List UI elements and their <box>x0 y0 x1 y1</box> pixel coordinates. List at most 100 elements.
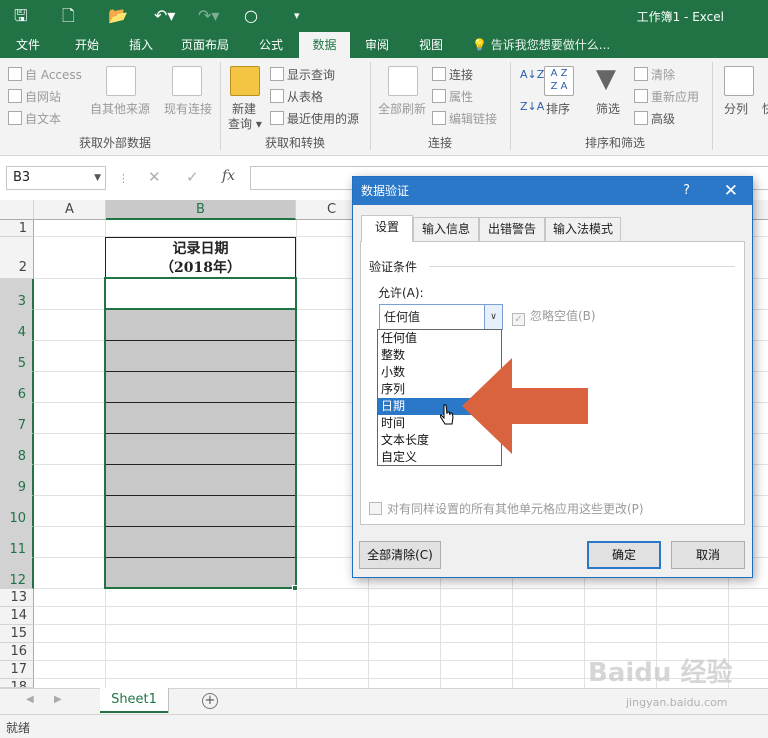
ignore-blank-checkbox[interactable]: ✓ 忽略空值(B) <box>512 307 596 326</box>
customize-toolbar-icon[interactable]: ▾ <box>294 6 300 26</box>
row-header[interactable]: 15 <box>0 625 34 643</box>
row-header[interactable]: 4 <box>0 310 34 341</box>
allow-select[interactable]: 任何值 ∨ <box>379 304 503 330</box>
from-access-button[interactable]: 自 Access <box>8 66 82 83</box>
from-table-button[interactable]: 从表格 <box>270 88 323 105</box>
empty-checkbox-icon <box>369 502 382 515</box>
dialog-tab-input-message[interactable]: 输入信息 <box>413 217 479 241</box>
apply-to-all-checkbox[interactable]: 对有同样设置的所有其他单元格应用这些更改(P) <box>369 500 644 517</box>
cancel-entry-icon[interactable]: ✕ <box>148 168 161 186</box>
tab-home[interactable]: 开始 <box>62 32 112 58</box>
row-header[interactable]: 8 <box>0 434 34 465</box>
fill-handle[interactable] <box>292 585 298 591</box>
watermark-url: jingyan.baidu.com <box>626 696 728 709</box>
open-folder-icon[interactable]: 📂 <box>108 6 128 26</box>
allow-label: 允许(A): <box>378 286 424 300</box>
show-queries-button[interactable]: 显示查询 <box>270 66 335 83</box>
existing-connections-button[interactable]: 现有连接 <box>164 100 212 117</box>
advanced-filter-button[interactable]: 高级 <box>634 110 675 127</box>
row-header[interactable]: 10 <box>0 496 34 527</box>
circle-icon[interactable]: ○ <box>244 6 258 26</box>
filter-funnel-icon: ▼ <box>596 64 616 94</box>
ok-button[interactable]: 确定 <box>587 541 661 569</box>
row-header[interactable]: 5 <box>0 341 34 372</box>
refresh-all-icon <box>388 66 418 96</box>
tab-page-layout[interactable]: 页面布局 <box>172 32 238 58</box>
close-icon[interactable]: ✕ <box>724 177 738 205</box>
active-cell-b3[interactable] <box>104 277 297 310</box>
redo-icon[interactable]: ↷▾ <box>198 6 219 26</box>
text-to-columns-button[interactable]: 分列 <box>724 100 748 117</box>
tab-review[interactable]: 审阅 <box>352 32 402 58</box>
new-file-icon[interactable]: 🗋 <box>62 6 75 26</box>
tab-insert[interactable]: 插入 <box>116 32 166 58</box>
sort-ascending-icon[interactable]: A↓Z <box>520 68 544 81</box>
filter-button[interactable]: 筛选 <box>596 100 620 117</box>
dialog-title-bar[interactable]: 数据验证 <box>353 177 752 205</box>
row-header[interactable]: 11 <box>0 527 34 558</box>
from-text-button[interactable]: 自文本 <box>8 110 61 127</box>
dropdown-option-any-value[interactable]: 任何值 <box>378 330 501 347</box>
row-header[interactable]: 6 <box>0 372 34 403</box>
tab-formulas[interactable]: 公式 <box>246 32 296 58</box>
from-web-button[interactable]: 自网站 <box>8 88 61 105</box>
other-sources-button[interactable]: 自其他来源 <box>90 100 150 117</box>
gridline <box>34 642 768 643</box>
sheet-tab-sheet1[interactable]: Sheet1 <box>100 688 168 713</box>
save-icon[interactable]: 🖫 <box>14 6 28 26</box>
row-header[interactable]: 17 <box>0 661 34 679</box>
dialog-tab-settings[interactable]: 设置 <box>361 215 413 242</box>
tab-view[interactable]: 视图 <box>406 32 456 58</box>
edit-links-button[interactable]: 编辑链接 <box>432 110 497 127</box>
clear-all-button[interactable]: 全部清除(C) <box>359 541 441 569</box>
row-header[interactable]: 7 <box>0 403 34 434</box>
recent-sources-icon <box>270 111 284 125</box>
select-all-corner[interactable] <box>0 200 34 220</box>
dialog-tab-ime-mode[interactable]: 输入法模式 <box>545 217 621 241</box>
chevron-down-icon[interactable]: ∨ <box>484 305 502 329</box>
column-header-b[interactable]: B <box>106 200 296 220</box>
access-icon <box>8 67 22 81</box>
group-label-sort-filter: 排序和筛选 <box>584 136 645 150</box>
tab-file[interactable]: 文件 <box>4 32 52 58</box>
row-header[interactable]: 3 <box>0 279 34 310</box>
recent-sources-button[interactable]: 最近使用的源 <box>270 110 359 127</box>
row-header[interactable]: 2 <box>0 237 34 279</box>
undo-icon[interactable]: ↶▾ <box>154 6 175 26</box>
help-icon[interactable]: ? <box>683 177 690 205</box>
add-sheet-icon[interactable]: + <box>202 693 218 709</box>
insert-function-icon[interactable]: fx <box>222 168 235 184</box>
baidu-watermark: Baidu 经验 jingyan.baidu.com <box>588 652 764 716</box>
clear-filter-button[interactable]: 清除 <box>634 66 675 83</box>
other-sources-icon <box>106 66 136 96</box>
scroll-right-icon[interactable]: ▶ <box>54 694 62 705</box>
chevron-down-icon[interactable]: ▼ <box>94 167 101 189</box>
row-header[interactable]: 14 <box>0 607 34 625</box>
name-box[interactable]: B3 ▼ <box>6 166 106 190</box>
sort-descending-icon[interactable]: Z↓A <box>520 100 544 113</box>
cancel-button[interactable]: 取消 <box>671 541 745 569</box>
connections-button[interactable]: 连接 <box>432 66 473 83</box>
sort-button[interactable]: 排序 <box>546 100 570 117</box>
dialog-tab-error-alert[interactable]: 出错警告 <box>479 217 545 241</box>
mouse-pointer-icon <box>440 404 454 425</box>
flash-fill-button[interactable]: 快 <box>762 100 768 117</box>
confirm-entry-icon[interactable]: ✓ <box>186 168 199 186</box>
tell-me-search[interactable]: 💡 告诉我您想要做什么... <box>472 32 610 58</box>
row-header[interactable]: 18 <box>0 679 34 688</box>
refresh-all-button[interactable]: 全部刷新 <box>378 100 426 117</box>
row-header[interactable]: 1 <box>0 220 34 237</box>
tab-data[interactable]: 数据 <box>299 32 350 58</box>
scroll-left-icon[interactable]: ◀ <box>26 694 34 705</box>
new-query-label2: 查询 ▾ <box>228 117 262 131</box>
advanced-filter-icon <box>634 111 648 125</box>
reapply-button[interactable]: 重新应用 <box>634 88 699 105</box>
row-header[interactable]: 9 <box>0 465 34 496</box>
column-header-a[interactable]: A <box>34 200 106 220</box>
dialog-title: 数据验证 <box>361 184 410 198</box>
properties-button[interactable]: 属性 <box>432 88 473 105</box>
header-cell-b2[interactable]: 记录日期 （2018年） <box>105 237 296 279</box>
row-header[interactable]: 16 <box>0 643 34 661</box>
row-header[interactable]: 13 <box>0 589 34 607</box>
row-header[interactable]: 12 <box>0 558 34 589</box>
